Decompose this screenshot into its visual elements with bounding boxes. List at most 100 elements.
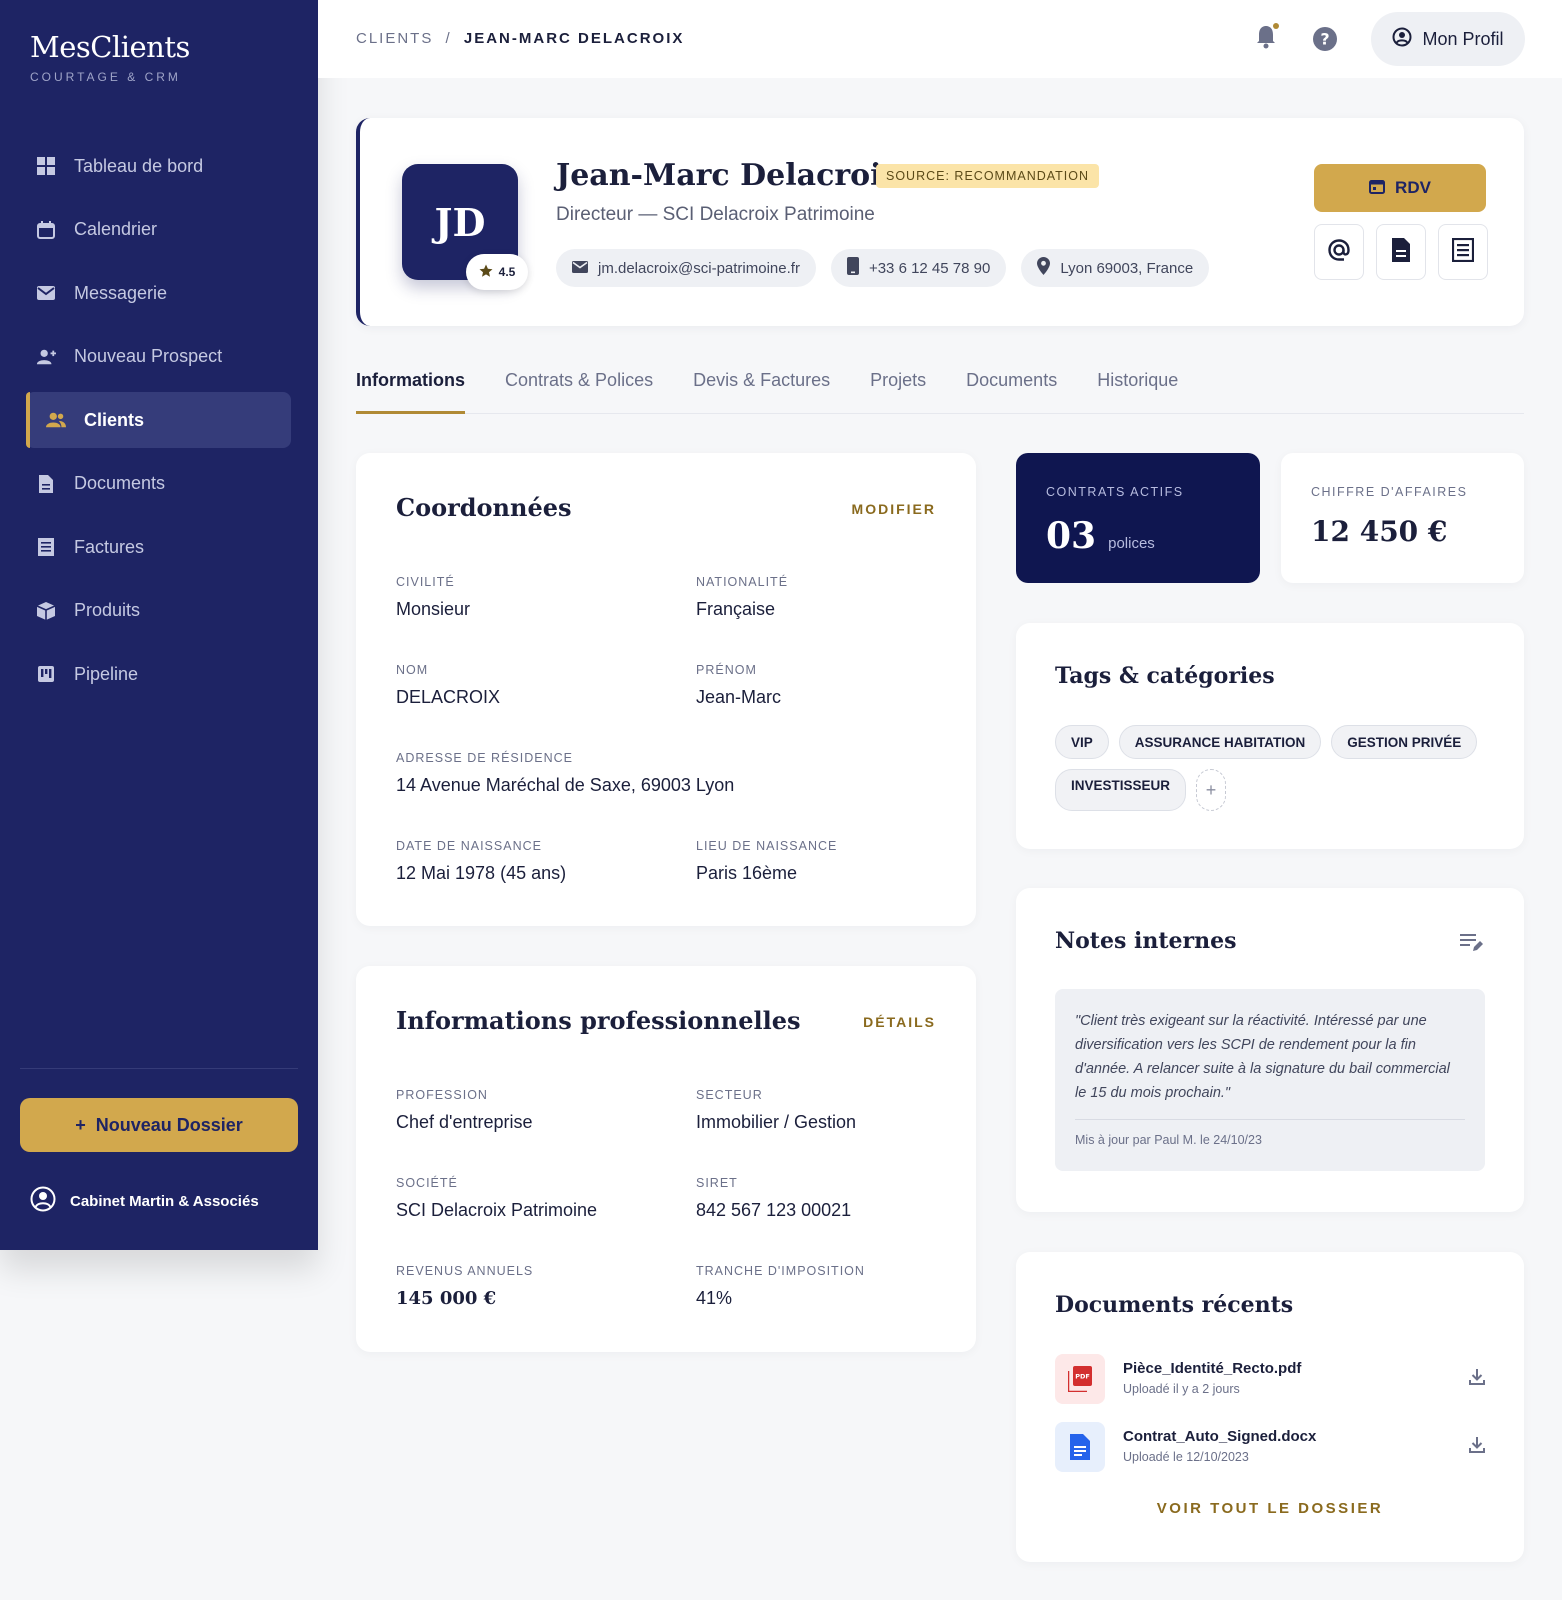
account-circle-icon: [30, 1186, 56, 1216]
sidebar-item-label: Messagerie: [74, 282, 168, 303]
profile-button[interactable]: Mon Profil: [1371, 12, 1525, 66]
modifier-button[interactable]: MODIFIER: [852, 501, 936, 517]
breadcrumb-clients[interactable]: CLIENTS: [356, 30, 433, 47]
field-label: DATE DE NAISSANCE: [396, 839, 542, 853]
brand-title: MesClients: [30, 30, 190, 64]
brand: MesClients COURTAGE & CRM: [30, 30, 190, 84]
tag-chip[interactable]: GESTION PRIVÉE: [1331, 725, 1478, 759]
new-dossier-button[interactable]: + Nouveau Dossier: [20, 1098, 298, 1152]
sidebar-item-tableau-de-bord[interactable]: Tableau de bord: [26, 138, 291, 194]
pro-info-title: Informations professionnelles: [396, 1006, 801, 1035]
sidebar-item-factures[interactable]: Factures: [26, 519, 291, 575]
tab-historique[interactable]: Historique: [1097, 366, 1178, 414]
tags-title: Tags & catégories: [1055, 663, 1275, 689]
tab-informations[interactable]: Informations: [356, 366, 466, 414]
document-row[interactable]: Contrat_Auto_Signed.docx Uploadé le 12/1…: [1055, 1422, 1485, 1472]
sidebar: MesClients COURTAGE & CRM Tableau de bor…: [0, 0, 318, 1250]
edit-note-icon[interactable]: [1460, 932, 1484, 959]
sidebar-item-produits[interactable]: Produits: [26, 583, 291, 639]
notifications-bell-icon[interactable]: [1254, 22, 1280, 55]
see-all-documents-link[interactable]: VOIR TOUT LE DOSSIER: [1016, 1500, 1524, 1517]
add-person-icon: [36, 347, 56, 367]
stat-value: 03: [1046, 515, 1097, 557]
field-value: Paris 16ème: [696, 863, 798, 883]
sidebar-item-documents[interactable]: Documents: [26, 456, 291, 512]
breadcrumb: CLIENTS / JEAN-MARC DELACROIX: [356, 30, 684, 47]
sidebar-item-pipeline[interactable]: Pipeline: [26, 646, 291, 702]
stat-label: CHIFFRE D'AFFAIRES: [1311, 485, 1468, 499]
tab-documents[interactable]: Documents: [966, 366, 1057, 414]
client-role: Directeur — SCI Delacroix Patrimoine: [556, 204, 875, 225]
field-label: SOCIÉTÉ: [396, 1176, 458, 1190]
download-icon[interactable]: [1469, 1368, 1485, 1391]
field-value: DELACROIX: [396, 687, 501, 707]
sidebar-item-clients[interactable]: Clients: [26, 392, 291, 448]
rating-badge: 4.5: [466, 254, 528, 290]
field-value: 145 000 €: [396, 1288, 497, 1309]
field-date-naissance: DATE DE NAISSANCE 12 Mai 1978 (45 ans): [396, 839, 566, 884]
field-value: 842 567 123 00021: [696, 1200, 852, 1220]
calendar-icon: [36, 220, 56, 240]
rdv-button[interactable]: RDV: [1314, 164, 1486, 212]
note-text: "Client très exigeant sur la réactivité.…: [1075, 1013, 1450, 1101]
document-action-button[interactable]: [1376, 224, 1426, 280]
field-lieu-naissance: LIEU DE NAISSANCE Paris 16ème: [696, 839, 837, 884]
email-action-button[interactable]: [1314, 224, 1364, 280]
pro-info-card: Informations professionnelles DÉTAILS PR…: [356, 966, 976, 1352]
documents-title: Documents récents: [1055, 1292, 1294, 1318]
field-nom: NOM DELACROIX: [396, 663, 500, 708]
cabinet-account[interactable]: Cabinet Martin & Associés: [30, 1186, 259, 1216]
field-value: Immobilier / Gestion: [696, 1112, 857, 1132]
sidebar-item-label: Produits: [74, 600, 141, 620]
tags-card: Tags & catégories VIP ASSURANCE HABITATI…: [1016, 623, 1524, 849]
chiffre-affaires-stat: CHIFFRE D'AFFAIRES 12 450 €: [1281, 453, 1524, 583]
details-button[interactable]: DÉTAILS: [863, 1014, 936, 1030]
sidebar-nav: Tableau de bord Calendrier Messagerie No…: [26, 138, 291, 710]
tag-chip[interactable]: VIP: [1055, 725, 1109, 759]
tab-contrats-polices[interactable]: Contrats & Polices: [505, 366, 653, 414]
stat-value-row: 03 polices: [1046, 515, 1155, 557]
svg-text:?: ?: [1320, 30, 1329, 49]
sidebar-item-label: Nouveau Prospect: [74, 346, 223, 366]
field-label: SIRET: [696, 1176, 738, 1190]
field-label: CIVILITÉ: [396, 575, 455, 589]
location-value: Lyon 69003, France: [1060, 259, 1194, 277]
email-value: jm.delacroix@sci-patrimoine.fr: [598, 259, 800, 277]
sidebar-item-nouveau-prospect[interactable]: Nouveau Prospect: [26, 329, 291, 385]
document-meta: Uploadé il y a 2 jours: [1123, 1382, 1240, 1396]
breadcrumb-current: JEAN-MARC DELACROIX: [463, 30, 685, 47]
sidebar-item-label: Documents: [74, 473, 166, 493]
tag-chip[interactable]: ASSURANCE HABITATION: [1118, 725, 1322, 759]
sidebar-item-messagerie[interactable]: Messagerie: [26, 265, 291, 321]
sidebar-item-label: Clients: [84, 409, 145, 430]
sidebar-item-calendrier[interactable]: Calendrier: [26, 202, 291, 258]
tab-projets[interactable]: Projets: [870, 366, 926, 414]
new-dossier-label: Nouveau Dossier: [95, 1114, 243, 1135]
dashboard-icon: [36, 156, 56, 176]
help-icon[interactable]: ?: [1312, 26, 1338, 57]
phone-chip[interactable]: +33 6 12 45 78 90: [830, 249, 1007, 287]
star-icon: [479, 264, 493, 281]
field-label: PROFESSION: [396, 1088, 488, 1102]
email-chip[interactable]: jm.delacroix@sci-patrimoine.fr: [556, 249, 816, 287]
field-adresse: ADRESSE DE RÉSIDENCE 14 Avenue Maréchal …: [396, 751, 734, 796]
client-header-card: JD 4.5 Jean-Marc Delacroix SOURCE: RECOM…: [356, 118, 1524, 326]
field-label: LIEU DE NAISSANCE: [696, 839, 838, 853]
add-tag-button[interactable]: +: [1196, 769, 1227, 811]
field-label: REVENUS ANNUELS: [396, 1264, 534, 1278]
note-divider: [1075, 1119, 1465, 1120]
location-chip[interactable]: Lyon 69003, France: [1021, 249, 1210, 287]
field-label: SECTEUR: [696, 1088, 763, 1102]
mail-icon: [36, 283, 56, 303]
cabinet-name: Cabinet Martin & Associés: [70, 1192, 259, 1210]
tag-chip[interactable]: INVESTISSEUR: [1055, 769, 1187, 811]
breadcrumb-separator: /: [445, 30, 452, 47]
download-icon[interactable]: [1469, 1436, 1485, 1459]
receipt-icon: [1451, 237, 1475, 267]
stat-value: 12 450 €: [1311, 515, 1448, 548]
invoice-action-button[interactable]: [1438, 224, 1488, 280]
plus-icon: +: [75, 1114, 86, 1135]
tab-devis-factures[interactable]: Devis & Factures: [693, 366, 830, 414]
document-icon: [1391, 237, 1411, 267]
document-row[interactable]: PDF Pièce_Identité_Recto.pdf Uploadé il …: [1055, 1354, 1485, 1404]
